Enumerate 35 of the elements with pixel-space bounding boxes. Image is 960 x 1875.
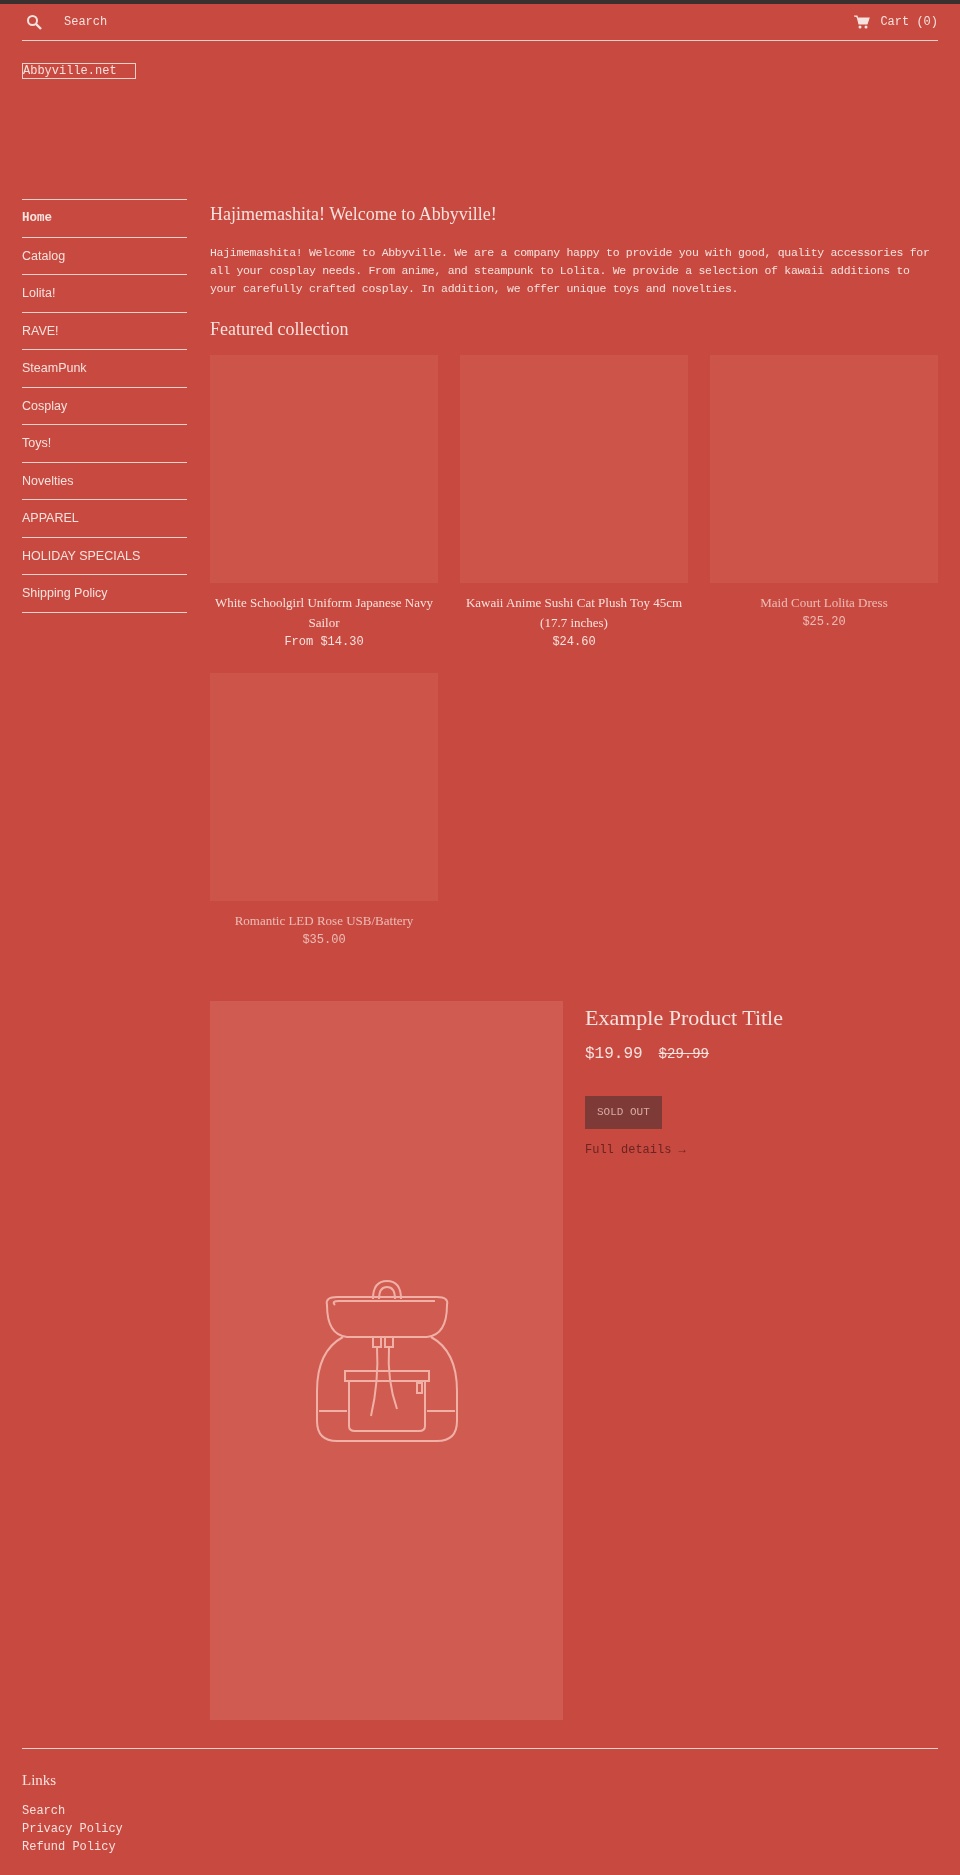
search-field[interactable]: Search [64,13,264,31]
welcome-text: Hajimemashita! Welcome to Abbyville. We are a company happy to provide you with good, quality accessories for all your cosplay needs. From anime, and steampunk to Lolita. We provide a selection of kawaii additions to your carefully crafted cosplay. In addition, we offer unique toys and novelties. [210,245,931,297]
product-price: $25.20 [801,614,847,631]
product-price: From $14.30 [283,634,365,651]
product-title[interactable]: White Schoolgirl Uniform Japanese Navy Sailor [210,593,438,633]
full-details-link[interactable]: Full details → [585,1140,783,1159]
product-price: $24.60 [551,634,597,651]
sidebar-link[interactable]: APPAREL [22,500,187,538]
footer-heading: Links [22,1771,58,1790]
sidebar-link[interactable]: Catalog [22,237,187,275]
site-logo[interactable]: Abbyville.net [22,63,136,79]
product-price: $35.00 [301,932,347,949]
sidebar-link[interactable]: Toys! [22,425,187,463]
welcome-title: Hajimemashita! Welcome to Abbyville! [210,203,498,226]
product-title: Example Product Title [585,1004,783,1032]
cart-link[interactable]: Cart (0) [880,13,938,31]
sidebar-link[interactable]: HOLIDAY SPECIALS [22,537,187,575]
sidebar-link[interactable]: Home [22,200,187,238]
sidebar-link[interactable]: Shipping Policy [22,575,187,613]
sidebar-link[interactable]: Lolita! [22,275,187,313]
cart-icon[interactable] [854,15,871,29]
product-title[interactable]: Maid Court Lolita Dress [710,593,938,613]
section-title: Featured collection [210,318,350,341]
search-icon[interactable] [26,14,42,30]
product-title[interactable]: Kawaii Anime Sushi Cat Plush Toy 45cm (17.7 inches) [460,593,688,633]
compare-price: $29.99 [658,1044,710,1064]
sidebar-link[interactable]: SteamPunk [22,350,187,388]
footer-link[interactable]: Refund Policy [22,1837,938,1856]
sidebar-link[interactable]: Novelties [22,462,187,500]
product-price: $19.99 [585,1044,643,1065]
product-title[interactable]: Romantic LED Rose USB/Battery [210,911,438,931]
footer-link[interactable]: Privacy Policy [22,1819,938,1838]
sidebar-link[interactable]: RAVE! [22,312,187,350]
sidebar-link[interactable]: Cosplay [22,387,187,425]
footer-link[interactable]: Search [22,1801,938,1820]
